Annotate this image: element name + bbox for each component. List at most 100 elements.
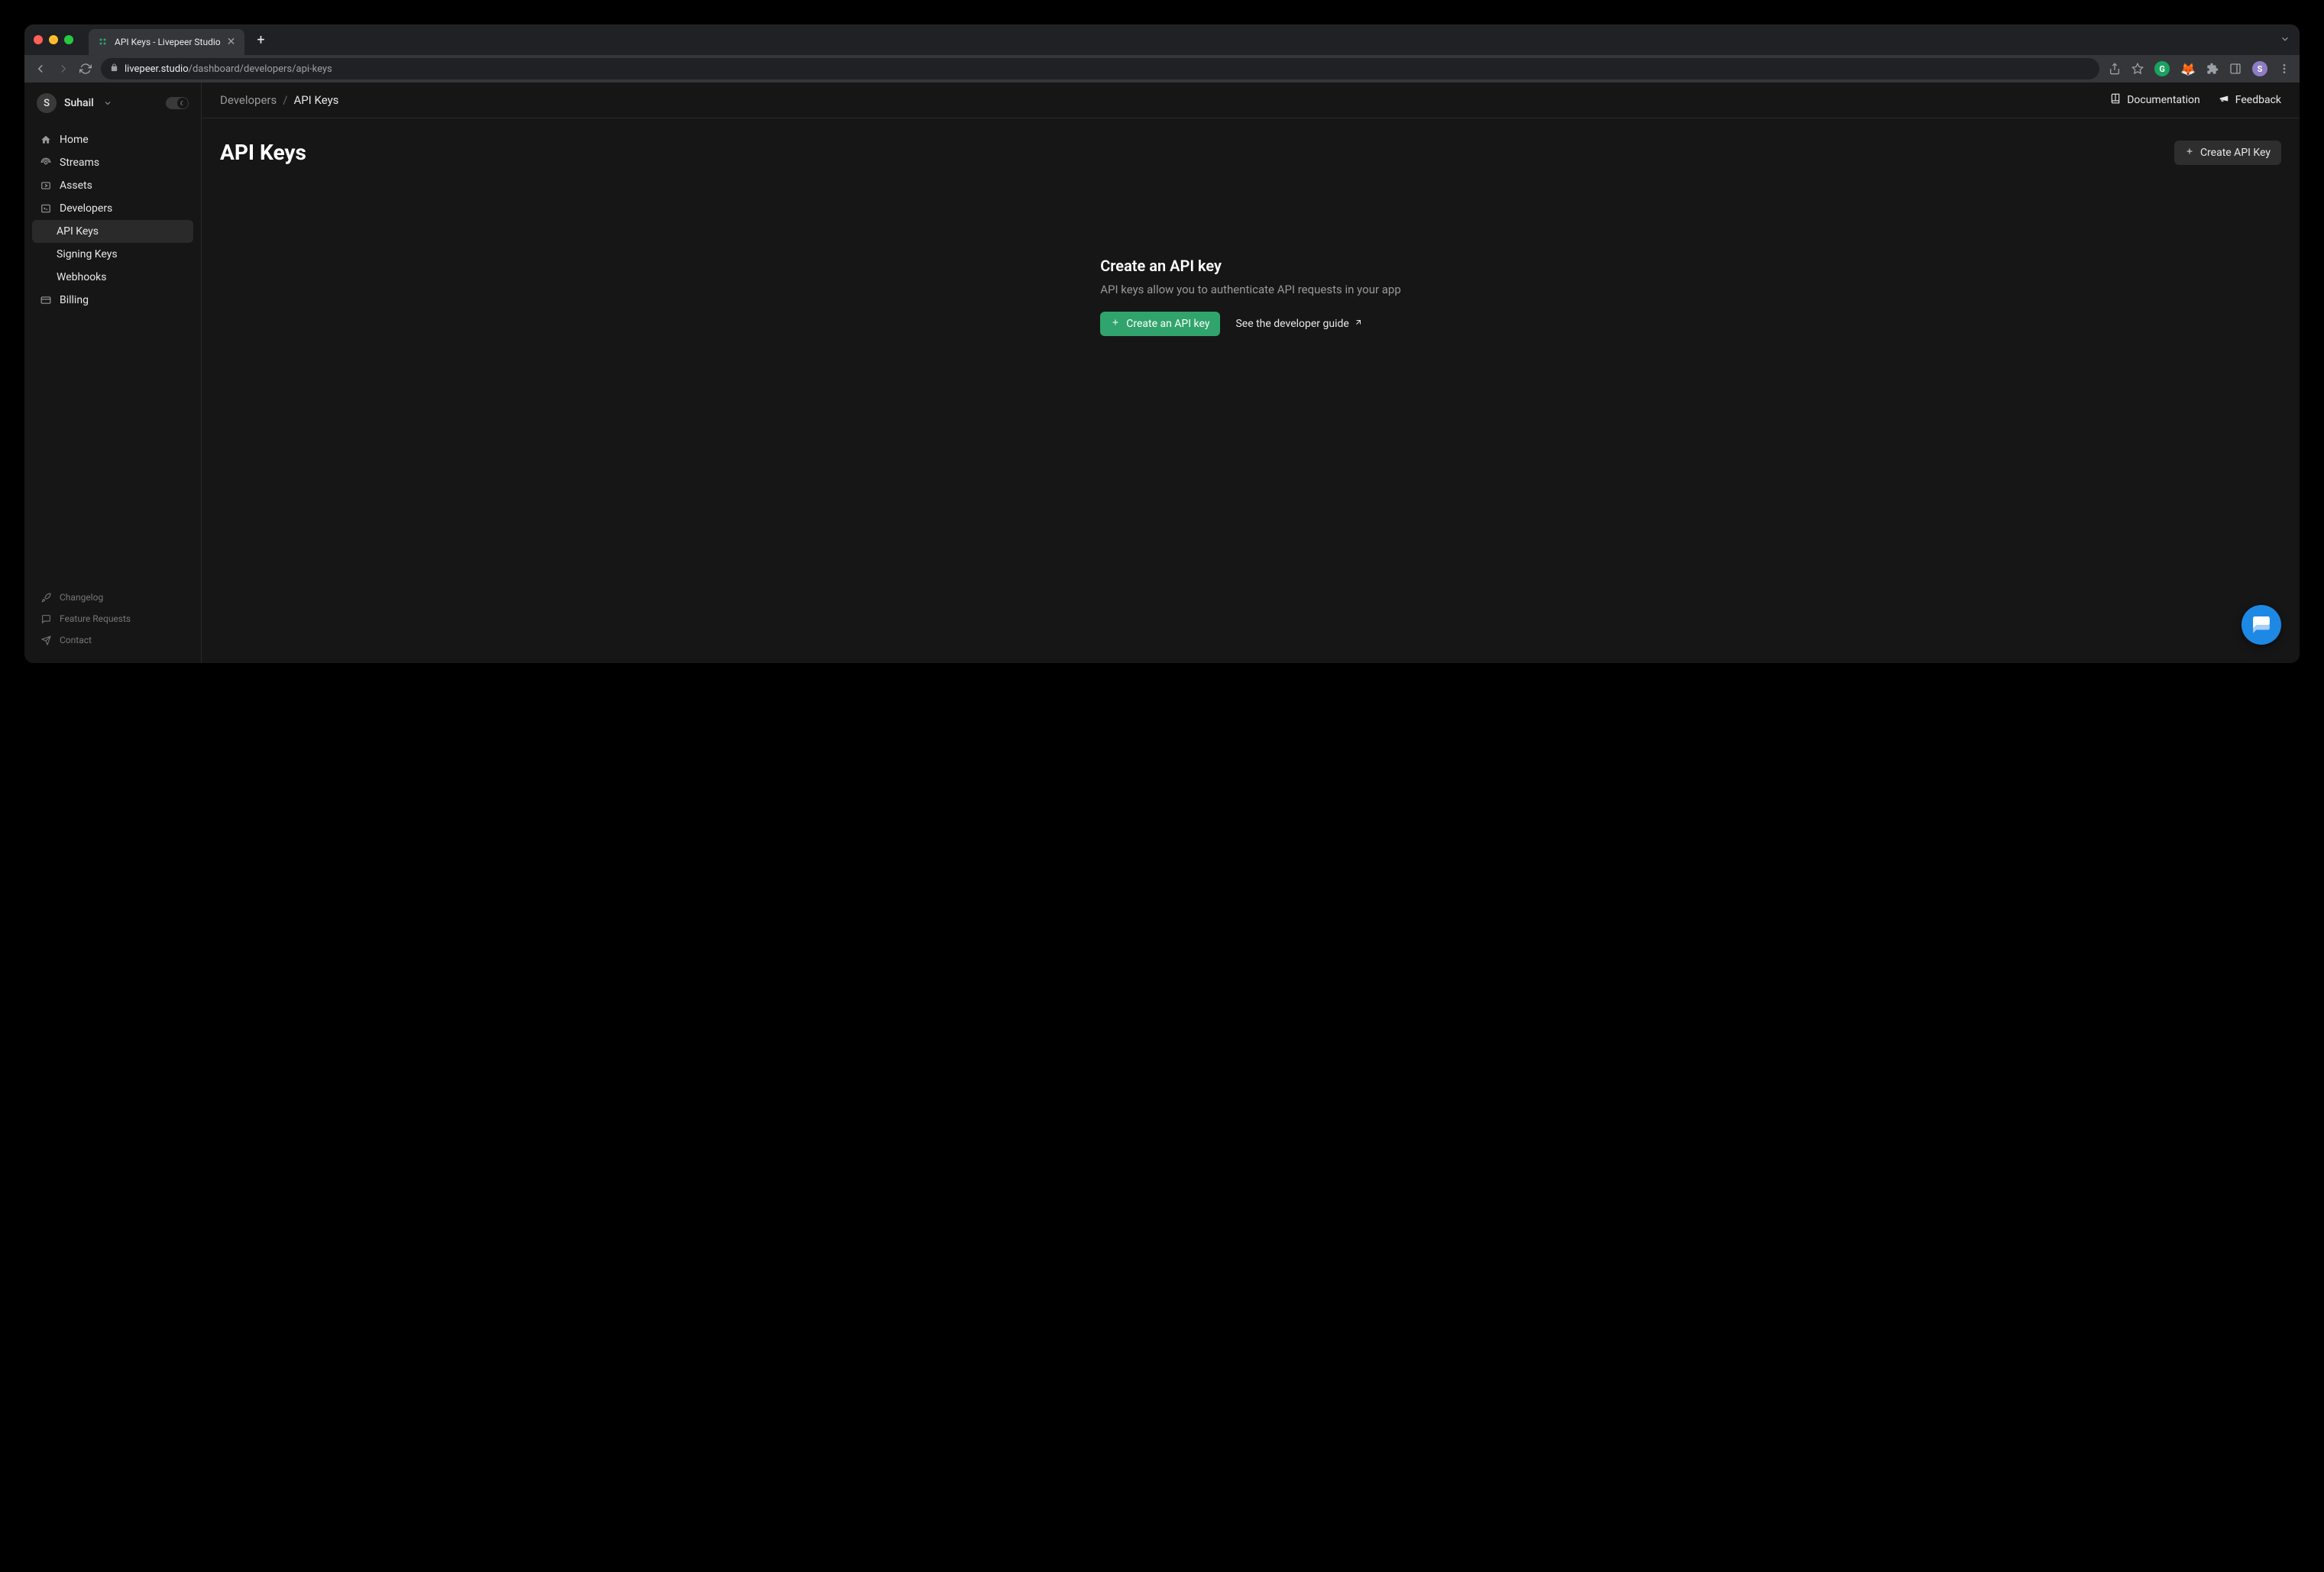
nav-item-api-keys[interactable]: API Keys — [32, 220, 193, 243]
breadcrumb-item-current: API Keys — [293, 93, 338, 107]
window-maximize-button[interactable] — [64, 35, 73, 44]
button-label: Create an API key — [1126, 318, 1209, 330]
nav-item-signing-keys[interactable]: Signing Keys — [32, 243, 193, 266]
browser-chrome: API Keys - Livepeer Studio ✕ + li — [24, 24, 2300, 82]
footer-changelog[interactable]: Changelog — [32, 587, 193, 608]
plus-icon — [2185, 147, 2194, 159]
send-icon — [40, 634, 52, 646]
chat-icon — [40, 613, 52, 625]
sidebar-footer: Changelog Feature Requests Contact — [24, 582, 201, 663]
nav-back-button[interactable] — [34, 62, 47, 76]
external-link-icon — [1354, 318, 1363, 330]
breadcrumb: Developers / API Keys — [220, 93, 338, 107]
panel-icon[interactable] — [2229, 63, 2241, 75]
create-api-key-primary-button[interactable]: Create an API key — [1100, 312, 1220, 336]
window-minimize-button[interactable] — [49, 35, 58, 44]
main-content: Developers / API Keys Documentation Feed… — [202, 82, 2300, 663]
profile-avatar-icon[interactable]: S — [2252, 61, 2267, 76]
tab-strip: API Keys - Livepeer Studio ✕ + — [24, 24, 2300, 55]
empty-state-actions: Create an API key See the developer guid… — [1100, 312, 1401, 336]
breadcrumb-separator: / — [283, 93, 287, 107]
nav-label: Webhooks — [57, 271, 107, 283]
link-label: See the developer guide — [1235, 318, 1348, 330]
browser-window: API Keys - Livepeer Studio ✕ + li — [24, 24, 2300, 663]
book-icon — [2110, 93, 2121, 107]
url-text: livepeer.studio/dashboard/developers/api… — [125, 63, 332, 75]
address-bar[interactable]: livepeer.studio/dashboard/developers/api… — [101, 58, 2099, 79]
extension-metamask-icon[interactable]: 🦊 — [2180, 62, 2196, 76]
extension-grammarly-icon[interactable]: G — [2154, 61, 2170, 76]
rocket-icon — [40, 591, 52, 603]
nav-item-streams[interactable]: Streams — [32, 151, 193, 174]
breadcrumb-item[interactable]: Developers — [220, 93, 277, 107]
footer-label: Feature Requests — [60, 613, 131, 624]
app-root: S Suhail ☾ Home Streams — [24, 82, 2300, 663]
empty-state-title: Create an API key — [1100, 257, 1401, 275]
nav-label: Signing Keys — [57, 248, 118, 260]
new-tab-button[interactable]: + — [257, 32, 264, 48]
topbar: Developers / API Keys Documentation Feed… — [202, 82, 2300, 118]
nav-label: API Keys — [57, 225, 99, 238]
traffic-lights — [34, 35, 73, 44]
plus-icon — [1111, 318, 1120, 330]
chat-fab[interactable] — [2241, 605, 2281, 645]
nav-label: Streams — [60, 157, 99, 169]
empty-state: Create an API key API keys allow you to … — [1100, 257, 1401, 336]
nav-item-billing[interactable]: Billing — [32, 289, 193, 312]
megaphone-icon — [2219, 93, 2229, 107]
link-label: Documentation — [2127, 94, 2200, 106]
sidebar-header: S Suhail ☾ — [24, 82, 201, 124]
home-icon — [40, 134, 52, 146]
nav-label: Assets — [60, 180, 92, 192]
tab-close-icon[interactable]: ✕ — [227, 36, 236, 48]
page-content: API Keys Create API Key Create an API ke… — [202, 118, 2300, 663]
tabs-dropdown-icon[interactable] — [2280, 33, 2290, 47]
nav-item-developers[interactable]: Developers — [32, 197, 193, 220]
nav-item-home[interactable]: Home — [32, 128, 193, 151]
nav-label: Developers — [60, 202, 112, 215]
sidebar-nav: Home Streams Assets Developers API Keys — [24, 124, 201, 582]
share-icon[interactable] — [2109, 63, 2121, 75]
footer-label: Contact — [60, 635, 92, 645]
nav-forward-button[interactable] — [57, 62, 70, 76]
footer-label: Changelog — [60, 592, 103, 603]
menu-icon[interactable] — [2278, 63, 2290, 75]
empty-state-description: API keys allow you to authenticate API r… — [1100, 283, 1401, 296]
nav-label: Billing — [60, 294, 89, 306]
sidebar: S Suhail ☾ Home Streams — [24, 82, 202, 663]
developer-guide-link[interactable]: See the developer guide — [1235, 318, 1362, 330]
link-label: Feedback — [2235, 94, 2281, 106]
moon-icon: ☾ — [177, 98, 188, 108]
theme-toggle[interactable]: ☾ — [166, 97, 189, 109]
button-label: Create API Key — [2200, 147, 2271, 159]
browser-tab[interactable]: API Keys - Livepeer Studio ✕ — [89, 29, 244, 55]
user-avatar[interactable]: S — [37, 93, 57, 113]
page-title: API Keys — [220, 140, 306, 165]
billing-icon — [40, 294, 52, 306]
topbar-links: Documentation Feedback — [2110, 93, 2281, 107]
chevron-down-icon[interactable] — [103, 96, 112, 111]
bookmark-icon[interactable] — [2131, 63, 2144, 75]
toolbar-icons: G 🦊 S — [2109, 61, 2290, 76]
page-header: API Keys Create API Key — [220, 140, 2281, 165]
create-api-key-button[interactable]: Create API Key — [2174, 141, 2281, 165]
window-close-button[interactable] — [34, 35, 43, 44]
footer-feature-requests[interactable]: Feature Requests — [32, 608, 193, 629]
terminal-icon — [40, 202, 52, 215]
footer-contact[interactable]: Contact — [32, 629, 193, 651]
nav-label: Home — [60, 134, 89, 146]
tab-favicon-icon — [98, 37, 108, 47]
chat-bubble-icon — [2251, 615, 2271, 635]
assets-icon — [40, 180, 52, 192]
user-name[interactable]: Suhail — [64, 97, 94, 109]
tab-title: API Keys - Livepeer Studio — [115, 37, 221, 47]
nav-item-webhooks[interactable]: Webhooks — [32, 266, 193, 289]
feedback-link[interactable]: Feedback — [2219, 93, 2281, 107]
documentation-link[interactable]: Documentation — [2110, 93, 2200, 107]
address-bar-row: livepeer.studio/dashboard/developers/api… — [24, 55, 2300, 82]
stream-icon — [40, 157, 52, 169]
nav-reload-button[interactable] — [79, 63, 92, 75]
extensions-icon[interactable] — [2206, 63, 2219, 75]
nav-item-assets[interactable]: Assets — [32, 174, 193, 197]
lock-icon — [110, 63, 118, 74]
